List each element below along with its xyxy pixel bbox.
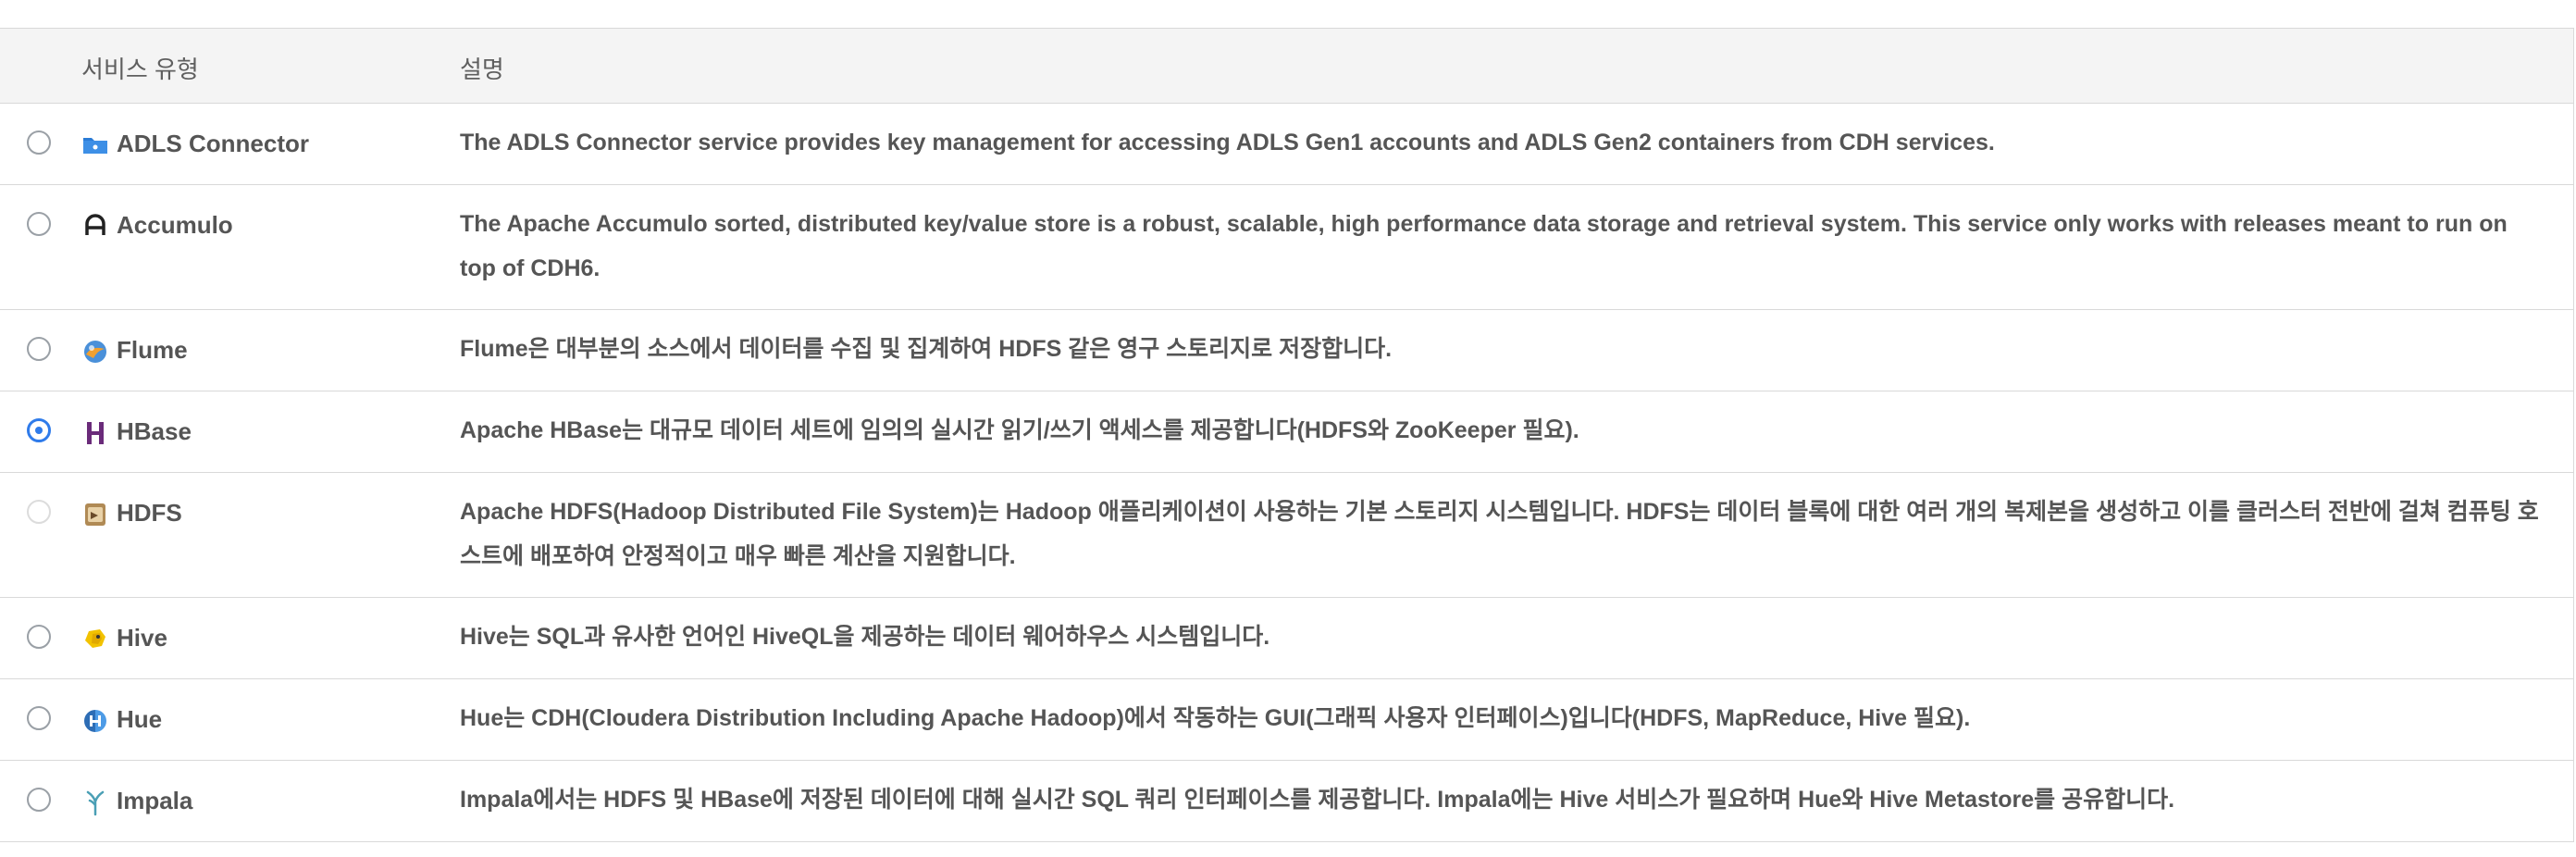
table-row[interactable]: Impala Impala에서는 HDFS 및 HBase에 저장된 데이터에 … xyxy=(0,761,2573,842)
folder-icon xyxy=(83,138,107,154)
table-row[interactable]: Accumulo The Apache Accumulo sorted, dis… xyxy=(0,185,2573,310)
service-description: Impala에서는 HDFS 및 HBase에 저장된 데이터에 대해 실시간 … xyxy=(460,787,2175,813)
table-row[interactable]: ADLS Connector The ADLS Connector servic… xyxy=(0,104,2573,185)
service-description: Hue는 CDH(Cloudera Distribution Including… xyxy=(460,705,1971,731)
table-row[interactable]: Hive Hive는 SQL과 유사한 언어인 HiveQL을 제공하는 데이터… xyxy=(0,598,2573,679)
table-row[interactable]: Hue Hue는 CDH(Cloudera Distribution Inclu… xyxy=(0,679,2573,761)
service-description: The ADLS Connector service provides key … xyxy=(460,130,1995,155)
hue-icon xyxy=(84,710,106,732)
service-radio-hbase[interactable] xyxy=(27,418,51,442)
service-name: Flume xyxy=(117,336,188,364)
column-header-description: 설명 xyxy=(460,56,504,83)
column-header-service-type: 서비스 유형 xyxy=(81,56,199,83)
service-radio-accumulo[interactable] xyxy=(27,212,51,236)
service-name: HDFS xyxy=(117,499,182,527)
service-description: Flume은 대부분의 소스에서 데이터를 수집 및 집계하여 HDFS 같은 … xyxy=(460,336,1393,362)
table-row[interactable]: HBase Apache HBase는 대규모 데이터 세트에 임의의 실시간 … xyxy=(0,391,2573,473)
table-row[interactable]: Flume Flume은 대부분의 소스에서 데이터를 수집 및 집계하여 HD… xyxy=(0,310,2573,391)
hbase-icon xyxy=(87,422,104,444)
service-radio-adls-connector[interactable] xyxy=(27,130,51,155)
accumulo-icon xyxy=(85,214,105,235)
service-name: Impala xyxy=(117,787,193,814)
service-name: Hive xyxy=(117,624,167,652)
table-row[interactable]: HDFS Apache HDFS(Hadoop Distributed File… xyxy=(0,473,2573,598)
hive-icon xyxy=(85,629,105,648)
service-description: The Apache Accumulo sorted, distributed … xyxy=(460,211,2508,281)
service-radio-flume[interactable] xyxy=(27,337,51,361)
hdfs-icon xyxy=(85,503,105,526)
table-header: 서비스 유형 설명 xyxy=(0,29,2573,104)
service-table: 서비스 유형 설명 ADLS Connector The ADLS Connec… xyxy=(0,28,2574,842)
flume-icon xyxy=(84,341,106,363)
impala-icon xyxy=(86,790,105,816)
service-name: ADLS Connector xyxy=(117,130,309,157)
service-name: HBase xyxy=(117,417,192,445)
service-name: Hue xyxy=(117,705,163,733)
service-radio-hue[interactable] xyxy=(27,706,51,730)
service-radio-impala[interactable] xyxy=(27,788,51,812)
service-description: Hive는 SQL과 유사한 언어인 HiveQL을 제공하는 데이터 웨어하우… xyxy=(460,624,1270,650)
service-description: Apache HBase는 대규모 데이터 세트에 임의의 실시간 읽기/쓰기 … xyxy=(460,417,1579,443)
service-radio-hive[interactable] xyxy=(27,625,51,649)
service-name: Accumulo xyxy=(117,211,233,239)
service-description: Apache HDFS(Hadoop Distributed File Syst… xyxy=(460,499,2539,569)
service-radio-hdfs[interactable] xyxy=(27,500,51,524)
